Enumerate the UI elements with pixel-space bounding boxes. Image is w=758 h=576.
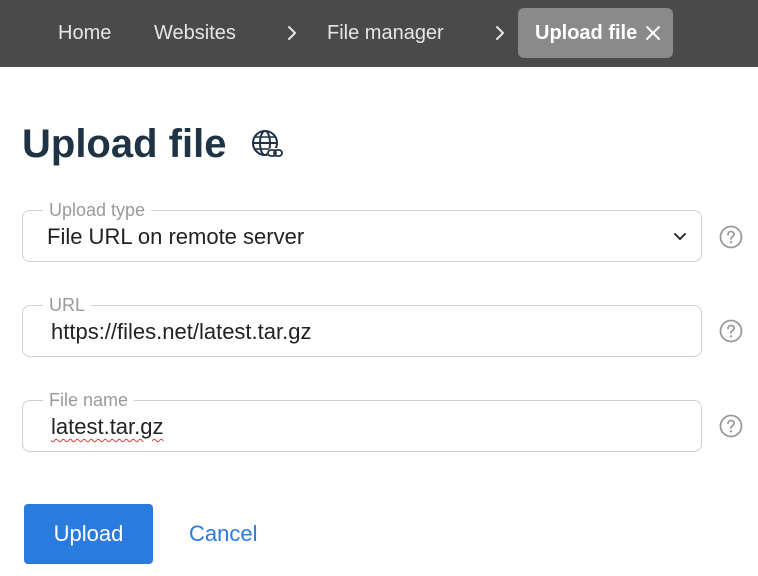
globe-link-icon: [250, 128, 284, 162]
close-icon[interactable]: [645, 25, 661, 41]
chevron-right-icon: [284, 25, 300, 41]
help-circle-icon[interactable]: [719, 414, 743, 438]
active-tab-upload-file[interactable]: Upload file: [518, 8, 673, 58]
breadcrumb-file-manager[interactable]: File manager: [327, 20, 444, 46]
url-label: URL: [43, 294, 92, 316]
file-name-field[interactable]: File name latest.tar.gz: [22, 389, 702, 452]
page-title: Upload file: [22, 122, 227, 166]
help-circle-icon[interactable]: [719, 225, 743, 249]
file-name-label: File name: [43, 389, 135, 411]
file-name-input-value[interactable]: latest.tar.gz: [51, 414, 164, 440]
chevron-down-icon[interactable]: [673, 230, 687, 244]
help-circle-icon[interactable]: [719, 319, 743, 343]
top-navigation-bar: Home Websites File manager Upload file: [0, 0, 758, 67]
upload-type-select[interactable]: Upload type File URL on remote server: [22, 199, 702, 262]
url-field[interactable]: URL https://files.net/latest.tar.gz: [22, 294, 702, 357]
url-input-value[interactable]: https://files.net/latest.tar.gz: [51, 319, 311, 345]
breadcrumb-home[interactable]: Home: [58, 20, 111, 46]
chevron-right-icon: [492, 25, 508, 41]
upload-type-value: File URL on remote server: [47, 224, 305, 249]
upload-button[interactable]: Upload: [24, 504, 153, 564]
upload-type-label: Upload type: [43, 199, 152, 221]
cancel-button[interactable]: Cancel: [189, 520, 257, 548]
breadcrumb-websites[interactable]: Websites: [154, 20, 236, 46]
active-tab-label: Upload file: [535, 22, 638, 44]
